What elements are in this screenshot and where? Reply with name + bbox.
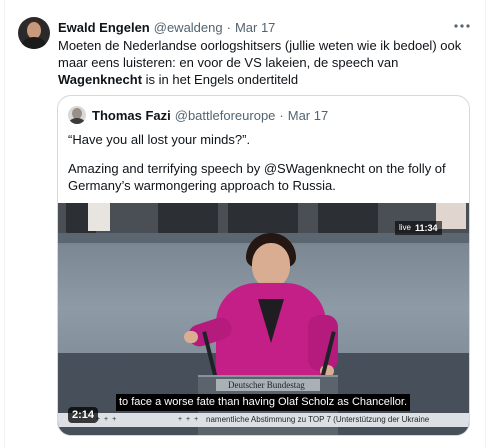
video-ticker-marks-mid: + + + xyxy=(178,416,200,423)
quoted-post-text: “Have you all lost your minds?”. Amazing… xyxy=(68,131,463,206)
video-duration-badge: 2:14 xyxy=(68,407,99,423)
quoted-text-line2: Amazing and terrifying speech by @SWagen… xyxy=(68,161,446,193)
video-live-label: live xyxy=(399,223,412,232)
post-text: Moeten de Nederlandse oorlogshitsers (ju… xyxy=(58,37,478,88)
video-ticker-text: namentliche Abstimmung zu TOP 7 (Unterst… xyxy=(206,415,430,424)
quoted-post-card[interactable]: Thomas Fazi @battleforeurope · Mar 17 “H… xyxy=(57,95,470,436)
video-person-shirt xyxy=(88,203,110,231)
video-player[interactable]: Deutscher Bundestag live 11:34 to face a… xyxy=(58,203,469,435)
video-seat xyxy=(158,203,218,237)
quoted-author-name: Thomas Fazi xyxy=(92,107,171,123)
quoted-post-header: Thomas Fazi @battleforeurope · Mar 17 xyxy=(92,106,328,124)
avatar-body xyxy=(22,37,46,49)
quoted-author-avatar xyxy=(68,106,86,124)
post-text-part2: is in het Engels ondertiteld xyxy=(142,72,299,87)
header-separator: · xyxy=(226,19,231,35)
video-subtitle: to face a worse fate than having Olaf Sc… xyxy=(116,394,410,411)
author-name[interactable]: Ewald Engelen xyxy=(58,20,150,35)
video-speaker-hand xyxy=(184,331,198,343)
video-seat xyxy=(228,203,298,237)
author-avatar[interactable] xyxy=(18,17,50,49)
author-handle[interactable]: @ewaldeng xyxy=(154,20,223,35)
quoted-avatar-body xyxy=(69,118,85,124)
post-text-highlight: Wagenknecht xyxy=(58,72,143,87)
quoted-post-date: Mar 17 xyxy=(287,107,329,123)
post-text-part1: Moeten de Nederlandse oorlogshitsers (ju… xyxy=(58,38,462,70)
video-live-badge: live 11:34 xyxy=(395,221,442,235)
video-clock: 11:34 xyxy=(415,223,438,233)
more-options-button[interactable] xyxy=(452,16,472,36)
video-seat xyxy=(318,203,378,237)
video-news-ticker: + + + + + + namentliche Abstimmung zu TO… xyxy=(58,413,469,427)
video-podium-text: Deutscher Bundestag xyxy=(228,380,305,390)
more-horizontal-icon xyxy=(454,24,470,28)
video-ticker-marks-left: + + + xyxy=(96,416,118,423)
post-header: Ewald Engelen @ewaldeng · Mar 17 xyxy=(58,18,275,36)
quoted-text-line1: “Have you all lost your minds?”. xyxy=(68,132,251,147)
post-date[interactable]: Mar 17 xyxy=(235,20,275,35)
quoted-author-handle: @battleforeurope xyxy=(174,107,276,123)
quoted-header-separator: · xyxy=(279,107,284,123)
